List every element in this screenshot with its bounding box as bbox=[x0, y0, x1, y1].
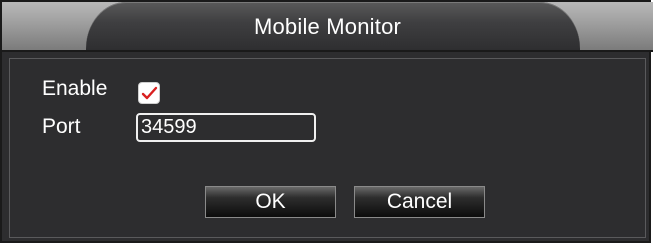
title-divider bbox=[2, 50, 653, 52]
cancel-button[interactable]: Cancel bbox=[354, 186, 485, 218]
mobile-monitor-dialog: Mobile Monitor Enable Port OK Cancel bbox=[0, 0, 653, 243]
enable-checkbox[interactable] bbox=[138, 82, 160, 104]
enable-label: Enable bbox=[42, 77, 108, 100]
port-input[interactable] bbox=[136, 113, 316, 142]
dialog-title: Mobile Monitor bbox=[253, 14, 402, 39]
check-icon bbox=[141, 86, 158, 100]
port-label: Port bbox=[42, 115, 81, 138]
ok-button[interactable]: OK bbox=[205, 186, 336, 218]
title-bar: Mobile Monitor bbox=[2, 2, 653, 52]
